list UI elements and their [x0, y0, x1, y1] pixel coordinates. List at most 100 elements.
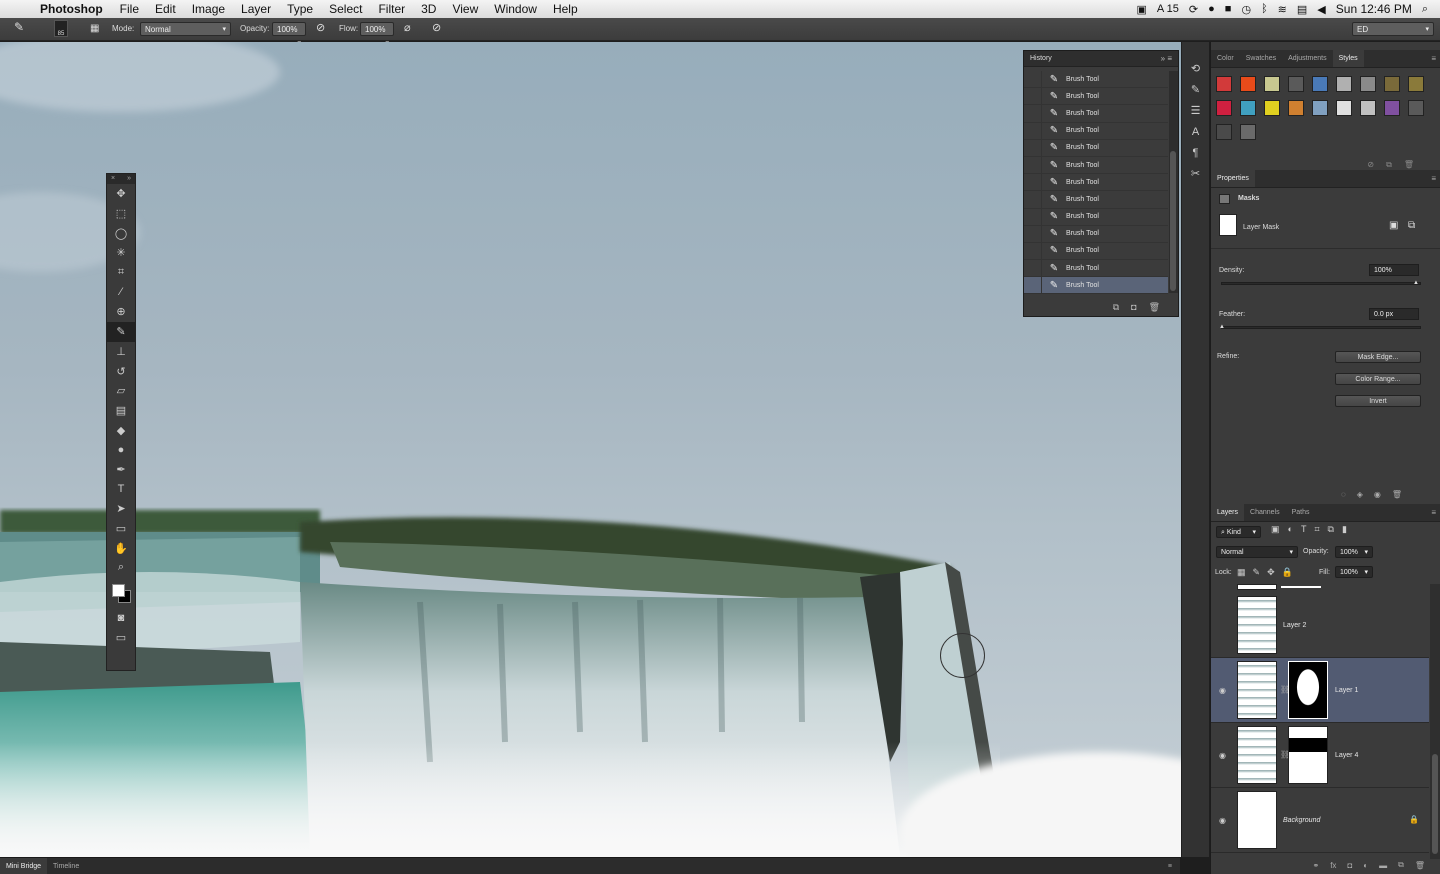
eye-icon[interactable]: ◉ — [1219, 751, 1226, 760]
menu-file[interactable]: File — [112, 2, 147, 16]
invert-button[interactable]: Invert — [1335, 395, 1421, 407]
style-swatch[interactable] — [1384, 76, 1400, 92]
history-state[interactable]: ✎ Brush Tool — [1024, 242, 1168, 261]
layer-opacity-input[interactable]: 100% — [1335, 546, 1373, 558]
style-swatch[interactable] — [1240, 124, 1256, 140]
crop-tool-icon[interactable]: ⌗ — [107, 263, 135, 283]
history-state[interactable]: ✎ Brush Tool — [1024, 105, 1168, 123]
history-state[interactable]: ✎ Brush Tool — [1024, 122, 1168, 140]
tab-paths[interactable]: Paths — [1286, 504, 1316, 521]
history-brush-tool-icon[interactable]: ↺ — [107, 361, 135, 381]
app-name-menu[interactable]: Photoshop — [32, 2, 112, 16]
feather-slider[interactable] — [1221, 326, 1421, 329]
style-swatch[interactable] — [1408, 76, 1424, 92]
time-machine-icon[interactable]: ◷ — [1241, 3, 1251, 16]
lock-position-icon[interactable]: ✥ — [1267, 567, 1282, 577]
pixel-mask-icon[interactable]: ▣ — [1389, 220, 1398, 231]
screen-recorder-icon[interactable]: ▣ — [1136, 3, 1146, 16]
history-source-checkbox[interactable] — [1024, 122, 1042, 139]
layer-thumbnail[interactable] — [1237, 791, 1277, 849]
menu-filter[interactable]: Filter — [370, 2, 413, 16]
layer-row[interactable]: ◉ Background 🔒 — [1211, 788, 1429, 853]
path-selection-tool-icon[interactable]: ➤ — [107, 499, 135, 519]
dropbox-icon[interactable]: ■ — [1225, 3, 1232, 15]
panel-menu-icon[interactable]: ≡ — [1168, 858, 1172, 874]
layer-name[interactable]: Layer 1 — [1335, 687, 1358, 694]
link-layers-icon[interactable]: ⚭ — [1313, 861, 1320, 870]
spotlight-search-icon[interactable]: ⌕ — [1422, 3, 1428, 16]
pressure-opacity-icon[interactable]: ⊘ — [316, 21, 325, 35]
close-icon[interactable]: × — [111, 174, 115, 184]
pen-tool-icon[interactable]: ✒ — [107, 460, 135, 480]
menu-layer[interactable]: Layer — [233, 2, 279, 16]
dodge-tool-icon[interactable]: ● — [107, 440, 135, 460]
menu-help[interactable]: Help — [545, 2, 586, 16]
history-source-checkbox[interactable] — [1024, 88, 1042, 105]
blend-mode-select[interactable]: Normal — [1216, 546, 1298, 558]
screen-mode-icon[interactable]: ▭ — [107, 627, 135, 647]
pressure-size-icon[interactable]: ⊘ — [432, 21, 441, 35]
history-source-checkbox[interactable] — [1024, 156, 1042, 174]
pixel-filter-icon[interactable]: ▣ — [1271, 524, 1288, 534]
eye-icon[interactable]: ◉ — [1219, 816, 1226, 825]
load-selection-icon[interactable]: ◌ — [1341, 490, 1357, 499]
brush-tool-icon[interactable]: ✎ — [107, 321, 135, 342]
layer-mask-thumbnail[interactable] — [1288, 726, 1328, 784]
paragraph-panel-icon[interactable]: ¶ — [1182, 142, 1209, 163]
history-state[interactable]: ✎ Brush Tool — [1024, 208, 1168, 226]
blur-tool-icon[interactable]: ◆ — [107, 420, 135, 440]
tab-timeline[interactable]: Timeline — [47, 858, 85, 874]
record-icon[interactable]: ● — [1208, 3, 1215, 15]
history-state[interactable]: ✎ Brush Tool — [1024, 174, 1168, 192]
rectangle-tool-icon[interactable]: ▭ — [107, 519, 135, 539]
new-style-icon[interactable]: ⧉ — [1386, 160, 1404, 169]
layer-thumbnail[interactable] — [1237, 726, 1277, 784]
trash-icon[interactable]: 🗑 — [1415, 861, 1425, 870]
trash-icon[interactable]: 🗑 — [1392, 490, 1413, 499]
sync-icon[interactable]: ⟳ — [1189, 3, 1198, 16]
tab-channels[interactable]: Channels — [1244, 504, 1286, 521]
tab-adjustments[interactable]: Adjustments — [1282, 50, 1333, 67]
history-source-checkbox[interactable] — [1024, 260, 1042, 277]
history-source-checkbox[interactable] — [1024, 105, 1042, 122]
vector-mask-icon[interactable]: ⧉ — [1408, 220, 1415, 231]
healing-brush-tool-icon[interactable]: ⊕ — [107, 302, 135, 322]
tool-presets-icon[interactable]: ✂ — [1182, 163, 1209, 184]
tab-styles[interactable]: Styles — [1332, 50, 1364, 67]
eye-icon[interactable]: ◉ — [1374, 490, 1392, 499]
adjust-sliders-icon[interactable]: ☰ — [1182, 100, 1209, 121]
style-swatch[interactable] — [1336, 100, 1352, 116]
layer-name[interactable]: Background — [1283, 817, 1320, 824]
style-swatch[interactable] — [1216, 124, 1232, 140]
layer-thumbnail[interactable] — [1237, 661, 1277, 719]
status-badge[interactable]: A 15 — [1157, 3, 1179, 15]
filter-kind-select[interactable]: ⌕ Kind — [1216, 526, 1261, 538]
menu-window[interactable]: Window — [486, 2, 545, 16]
style-swatch[interactable] — [1408, 100, 1424, 116]
history-scrollbar[interactable] — [1169, 71, 1178, 293]
new-group-icon[interactable]: ▬ — [1379, 861, 1387, 870]
layer-row[interactable]: Layer 2 — [1211, 593, 1429, 658]
layer-thumbnail[interactable] — [1237, 596, 1277, 654]
style-swatch[interactable] — [1216, 76, 1232, 92]
character-panel-icon[interactable]: A — [1182, 121, 1209, 142]
type-tool-icon[interactable]: T — [107, 479, 135, 499]
style-swatch[interactable] — [1360, 76, 1376, 92]
lock-icon[interactable]: 🔒 — [1282, 567, 1300, 577]
opacity-input[interactable]: 100% — [272, 22, 306, 36]
lock-pixels-icon[interactable]: ✎ — [1253, 567, 1268, 577]
workspace-select[interactable]: ED — [1352, 22, 1434, 36]
clone-stamp-tool-icon[interactable]: ⊥ — [107, 342, 135, 362]
history-state[interactable]: ✎ Brush Tool — [1024, 260, 1168, 278]
panel-menu-icon[interactable]: ≡ — [1431, 50, 1436, 68]
smart-object-filter-icon[interactable]: ⧉ — [1328, 524, 1342, 534]
style-swatch[interactable] — [1240, 76, 1256, 92]
layers-scrollbar-thumb[interactable] — [1432, 754, 1438, 854]
density-slider-handle[interactable]: ▲ — [1413, 280, 1419, 286]
bluetooth-icon[interactable]: ᛒ — [1261, 3, 1268, 15]
fx-icon[interactable]: fx — [1330, 861, 1336, 870]
properties-panel-title[interactable]: Properties — [1211, 170, 1255, 187]
trash-icon[interactable]: 🗑 — [1149, 302, 1160, 313]
feather-input[interactable]: 0.0 px — [1369, 308, 1419, 320]
move-tool-icon[interactable]: ✥ — [107, 184, 135, 204]
